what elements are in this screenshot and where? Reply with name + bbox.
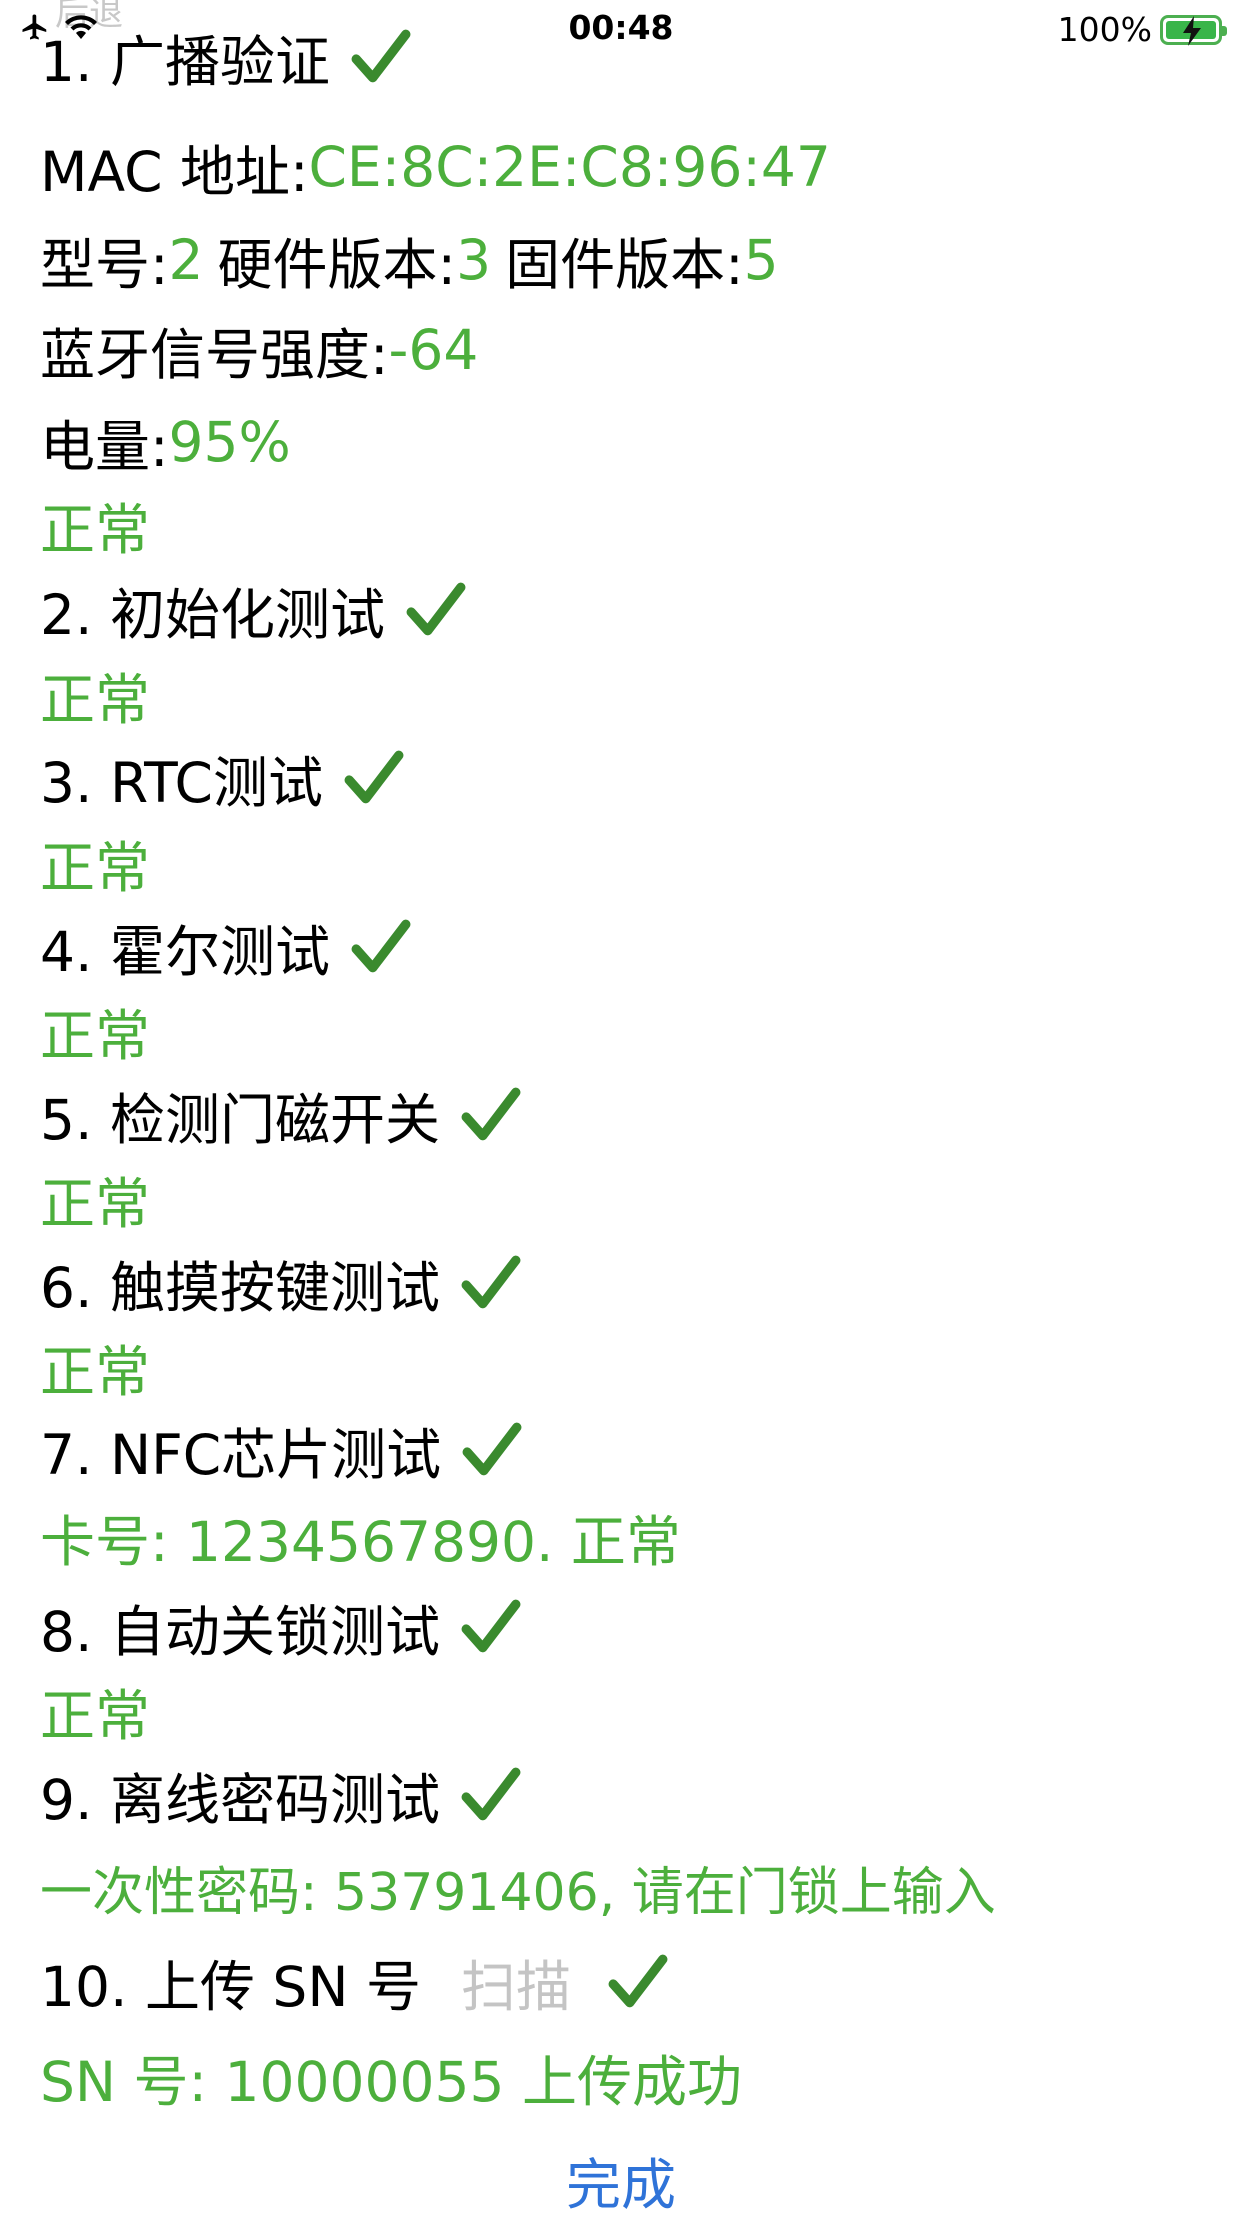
check-icon: [344, 750, 404, 804]
test-6-result: 正常: [40, 1340, 151, 1404]
scan-button[interactable]: 扫描: [461, 1942, 571, 2022]
test-3-title: 3. RTC测试: [40, 733, 1222, 823]
firmware-version-label: 固件版本:: [505, 233, 744, 297]
check-icon: [351, 29, 411, 83]
rssi-value: -64: [388, 318, 479, 382]
test-title: 5. 检测门磁开关: [40, 1088, 440, 1152]
test-title: 3. RTC测试: [40, 751, 323, 815]
battery-row: 电量: 95%: [40, 397, 1222, 487]
test-7-result: 卡号: 1234567890. 正常: [40, 1510, 681, 1574]
check-icon: [608, 1954, 668, 2008]
check-icon: [461, 1599, 521, 1653]
model-label: 型号:: [40, 233, 169, 297]
test-8-title: 8. 自动关锁测试: [40, 1582, 1222, 1672]
test-4-title: 4. 霍尔测试: [40, 902, 1222, 992]
test-10-result: SN 号: 10000055 上传成功: [40, 2050, 742, 2114]
test-3-result: 正常: [40, 836, 151, 900]
test-8-result: 正常: [40, 1684, 151, 1748]
mac-address-row: MAC 地址: CE:8C:2E:C8:96:47: [40, 122, 1222, 212]
test-5-title: 5. 检测门磁开关: [40, 1070, 1222, 1160]
test-1-title: 1. 广播验证: [40, 12, 1222, 102]
test-title: 2. 初始化测试: [40, 583, 385, 647]
hardware-version-label: 硬件版本:: [217, 233, 457, 297]
battery-value: 95%: [168, 410, 291, 474]
test-9-result: 一次性密码: 53791406, 请在门锁上输入: [40, 1862, 996, 1923]
test-2-title: 2. 初始化测试: [40, 565, 1222, 655]
test-title: 1. 广播验证: [40, 30, 330, 94]
test-title: 6. 触摸按键测试: [40, 1256, 440, 1320]
version-row: 型号: 2 硬件版本: 3 固件版本: 5: [40, 215, 1222, 305]
check-icon: [461, 1767, 521, 1821]
test-9-title: 9. 离线密码测试: [40, 1750, 1222, 1840]
check-icon: [461, 1087, 521, 1141]
test-4-result: 正常: [40, 1004, 151, 1068]
mac-value: CE:8C:2E:C8:96:47: [308, 135, 831, 199]
rssi-label: 蓝牙信号强度:: [40, 323, 389, 387]
check-icon: [462, 1422, 522, 1476]
test-6-title: 6. 触摸按键测试: [40, 1238, 1222, 1328]
test-1-result: 正常: [40, 498, 151, 562]
test-7-title: 7. NFC芯片测试: [40, 1405, 1222, 1495]
test-title: 9. 离线密码测试: [40, 1768, 440, 1832]
battery-label: 电量:: [40, 415, 169, 479]
check-icon: [406, 582, 466, 636]
test-title: 8. 自动关锁测试: [40, 1600, 440, 1664]
rssi-row: 蓝牙信号强度: -64: [40, 305, 1222, 395]
model-value: 2: [168, 228, 204, 292]
hardware-version-value: 3: [456, 228, 492, 292]
test-10-title: 10. 上传 SN 号 扫描: [40, 1937, 1222, 2027]
test-title: 7. NFC芯片测试: [40, 1423, 442, 1487]
test-2-result: 正常: [40, 668, 151, 732]
done-button[interactable]: 完成: [0, 2140, 1242, 2217]
test-title: 4. 霍尔测试: [40, 920, 330, 984]
check-icon: [351, 919, 411, 973]
check-icon: [461, 1255, 521, 1309]
test-title: 10. 上传 SN 号: [40, 1955, 421, 2019]
mac-label: MAC 地址:: [40, 140, 309, 204]
firmware-version-value: 5: [743, 228, 779, 292]
test-5-result: 正常: [40, 1172, 151, 1236]
